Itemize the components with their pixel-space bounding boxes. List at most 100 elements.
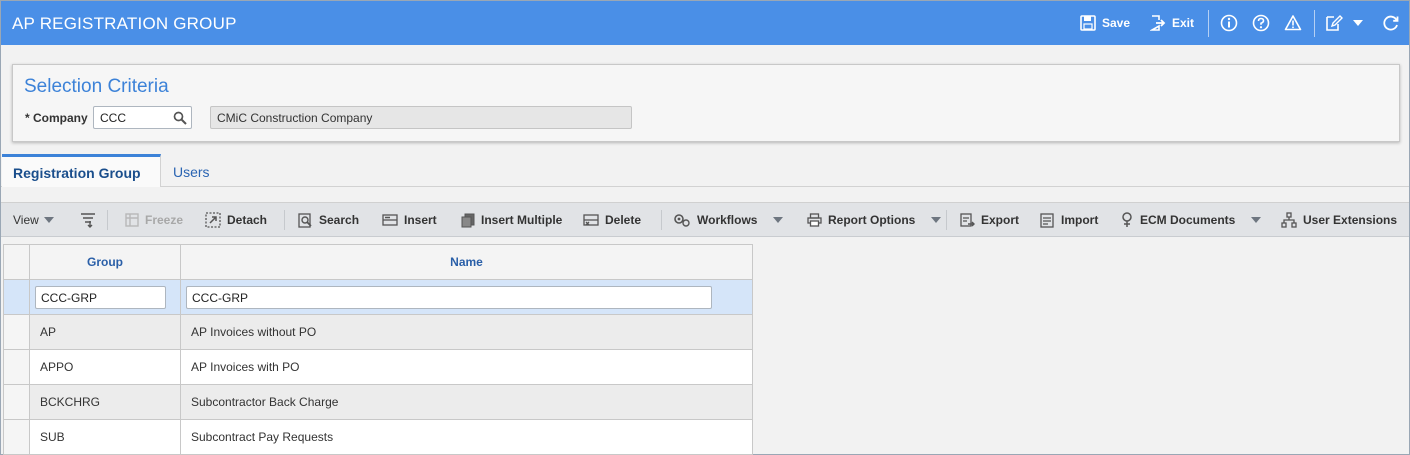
hierarchy-icon (1281, 212, 1297, 228)
app-header: AP REGISTRATION GROUP Save Exit (1, 1, 1409, 45)
search-label: Search (319, 213, 360, 227)
group-cell[interactable]: AP (29, 314, 181, 350)
company-value: CCC (100, 111, 126, 125)
tab-bar: Registration Group Users (1, 154, 1409, 187)
info-button[interactable] (1220, 1, 1238, 45)
view-label: View (13, 213, 39, 227)
save-icon (1080, 15, 1096, 31)
selection-criteria-panel: Selection Criteria * Company CCC CMiC Co… (12, 64, 1400, 142)
exit-icon (1150, 15, 1166, 31)
column-header-name[interactable]: Name (180, 244, 753, 280)
name-cell[interactable]: CCC-GRP (180, 279, 753, 315)
delete-label: Delete (605, 213, 642, 227)
table-row[interactable]: CCC-GRP CCC-GRP (3, 279, 753, 315)
row-selector[interactable] (3, 384, 30, 420)
export-label: Export (981, 213, 1020, 227)
name-input[interactable]: CCC-GRP (186, 285, 712, 309)
warning-icon (1284, 15, 1302, 31)
chevron-down-icon (931, 217, 942, 223)
insert-multiple-icon (461, 213, 475, 227)
chevron-down-icon (43, 217, 54, 223)
table-row[interactable]: APPO AP Invoices with PO (3, 349, 753, 385)
name-cell[interactable]: Subcontract Pay Requests (180, 419, 753, 455)
chevron-down-icon (1353, 20, 1363, 26)
company-name-field: CMiC Construction Company (210, 106, 632, 129)
workflows-menu[interactable]: Workflows (673, 203, 784, 237)
group-cell[interactable]: APPO (29, 349, 181, 385)
insert-row-icon (382, 214, 398, 226)
refresh-icon (1383, 15, 1399, 31)
export-button[interactable]: Export (960, 203, 1019, 237)
help-icon (1252, 14, 1270, 32)
exit-button[interactable]: Exit (1150, 1, 1194, 45)
column-header-group[interactable]: Group (29, 244, 181, 280)
toolbar-divider (284, 210, 285, 230)
table-row[interactable]: AP AP Invoices without PO (3, 314, 753, 350)
import-icon (1040, 212, 1054, 228)
table-row[interactable]: SUB Subcontract Pay Requests (3, 419, 753, 455)
import-label: Import (1061, 213, 1099, 227)
toolbar-divider (661, 210, 662, 230)
edit-menu-button[interactable] (1325, 1, 1363, 45)
group-input[interactable]: CCC-GRP (35, 285, 166, 309)
refresh-button[interactable] (1382, 1, 1400, 45)
report-options-menu[interactable]: Report Options (807, 203, 942, 237)
toolbar-divider (946, 210, 947, 230)
detach-label: Detach (227, 213, 268, 227)
company-name-value: CMiC Construction Company (217, 111, 373, 125)
workflows-icon (674, 214, 690, 227)
insert-multiple-button[interactable]: Insert Multiple (461, 203, 562, 237)
header-divider-2 (1314, 10, 1315, 37)
table-row[interactable]: BCKCHRG Subcontractor Back Charge (3, 384, 753, 420)
detach-icon (205, 212, 221, 228)
import-button[interactable]: Import (1040, 203, 1098, 237)
name-cell[interactable]: AP Invoices with PO (180, 349, 753, 385)
toolbar-divider (107, 210, 108, 230)
export-icon (960, 212, 975, 227)
user-extensions-button[interactable]: User Extensions (1281, 203, 1397, 237)
filter-icon (81, 213, 95, 228)
save-label: Save (1102, 16, 1131, 30)
printer-icon (807, 213, 822, 227)
filter-button[interactable] (80, 203, 102, 237)
delete-button[interactable]: Delete (583, 203, 641, 237)
company-field[interactable]: CCC (93, 106, 192, 129)
workflows-label: Workflows (697, 213, 758, 227)
ecm-documents-menu[interactable]: ECM Documents (1120, 203, 1262, 237)
insert-multiple-label: Insert Multiple (481, 213, 563, 227)
insert-label: Insert (404, 213, 437, 227)
row-selector[interactable] (3, 279, 30, 315)
company-label: * Company (25, 111, 88, 125)
tab-registration-group[interactable]: Registration Group (2, 154, 161, 187)
row-selector[interactable] (3, 419, 30, 455)
chevron-down-icon (773, 217, 784, 223)
registration-group-table: Group Name CCC-GRP CCC-GRP AP AP Invoice… (3, 244, 753, 455)
grid-toolbar: View Freeze Detach Search Insert Insert … (1, 202, 1409, 237)
edit-icon (1326, 15, 1343, 31)
detach-button[interactable]: Detach (205, 203, 267, 237)
group-cell[interactable]: CCC-GRP (29, 279, 181, 315)
ecm-documents-icon (1122, 212, 1132, 227)
search-icon (298, 212, 312, 228)
exit-label: Exit (1172, 16, 1195, 30)
row-selector[interactable] (3, 349, 30, 385)
help-button[interactable] (1252, 1, 1270, 45)
alerts-button[interactable] (1284, 1, 1302, 45)
page-title: AP REGISTRATION GROUP (12, 14, 237, 33)
section-title: Selection Criteria (24, 76, 169, 97)
search-button[interactable]: Search (298, 203, 359, 237)
row-header-corner (3, 244, 30, 280)
save-button[interactable]: Save (1080, 1, 1130, 45)
name-cell[interactable]: AP Invoices without PO (180, 314, 753, 350)
tab-users[interactable]: Users (173, 154, 210, 187)
row-selector[interactable] (3, 314, 30, 350)
insert-button[interactable]: Insert (382, 203, 437, 237)
view-menu[interactable]: View (13, 203, 54, 237)
group-cell[interactable]: BCKCHRG (29, 384, 181, 420)
report-options-label: Report Options (828, 213, 916, 227)
name-cell[interactable]: Subcontractor Back Charge (180, 384, 753, 420)
group-cell[interactable]: SUB (29, 419, 181, 455)
freeze-button[interactable]: Freeze (125, 203, 183, 237)
search-icon[interactable] (173, 111, 187, 125)
header-divider (1208, 10, 1209, 37)
